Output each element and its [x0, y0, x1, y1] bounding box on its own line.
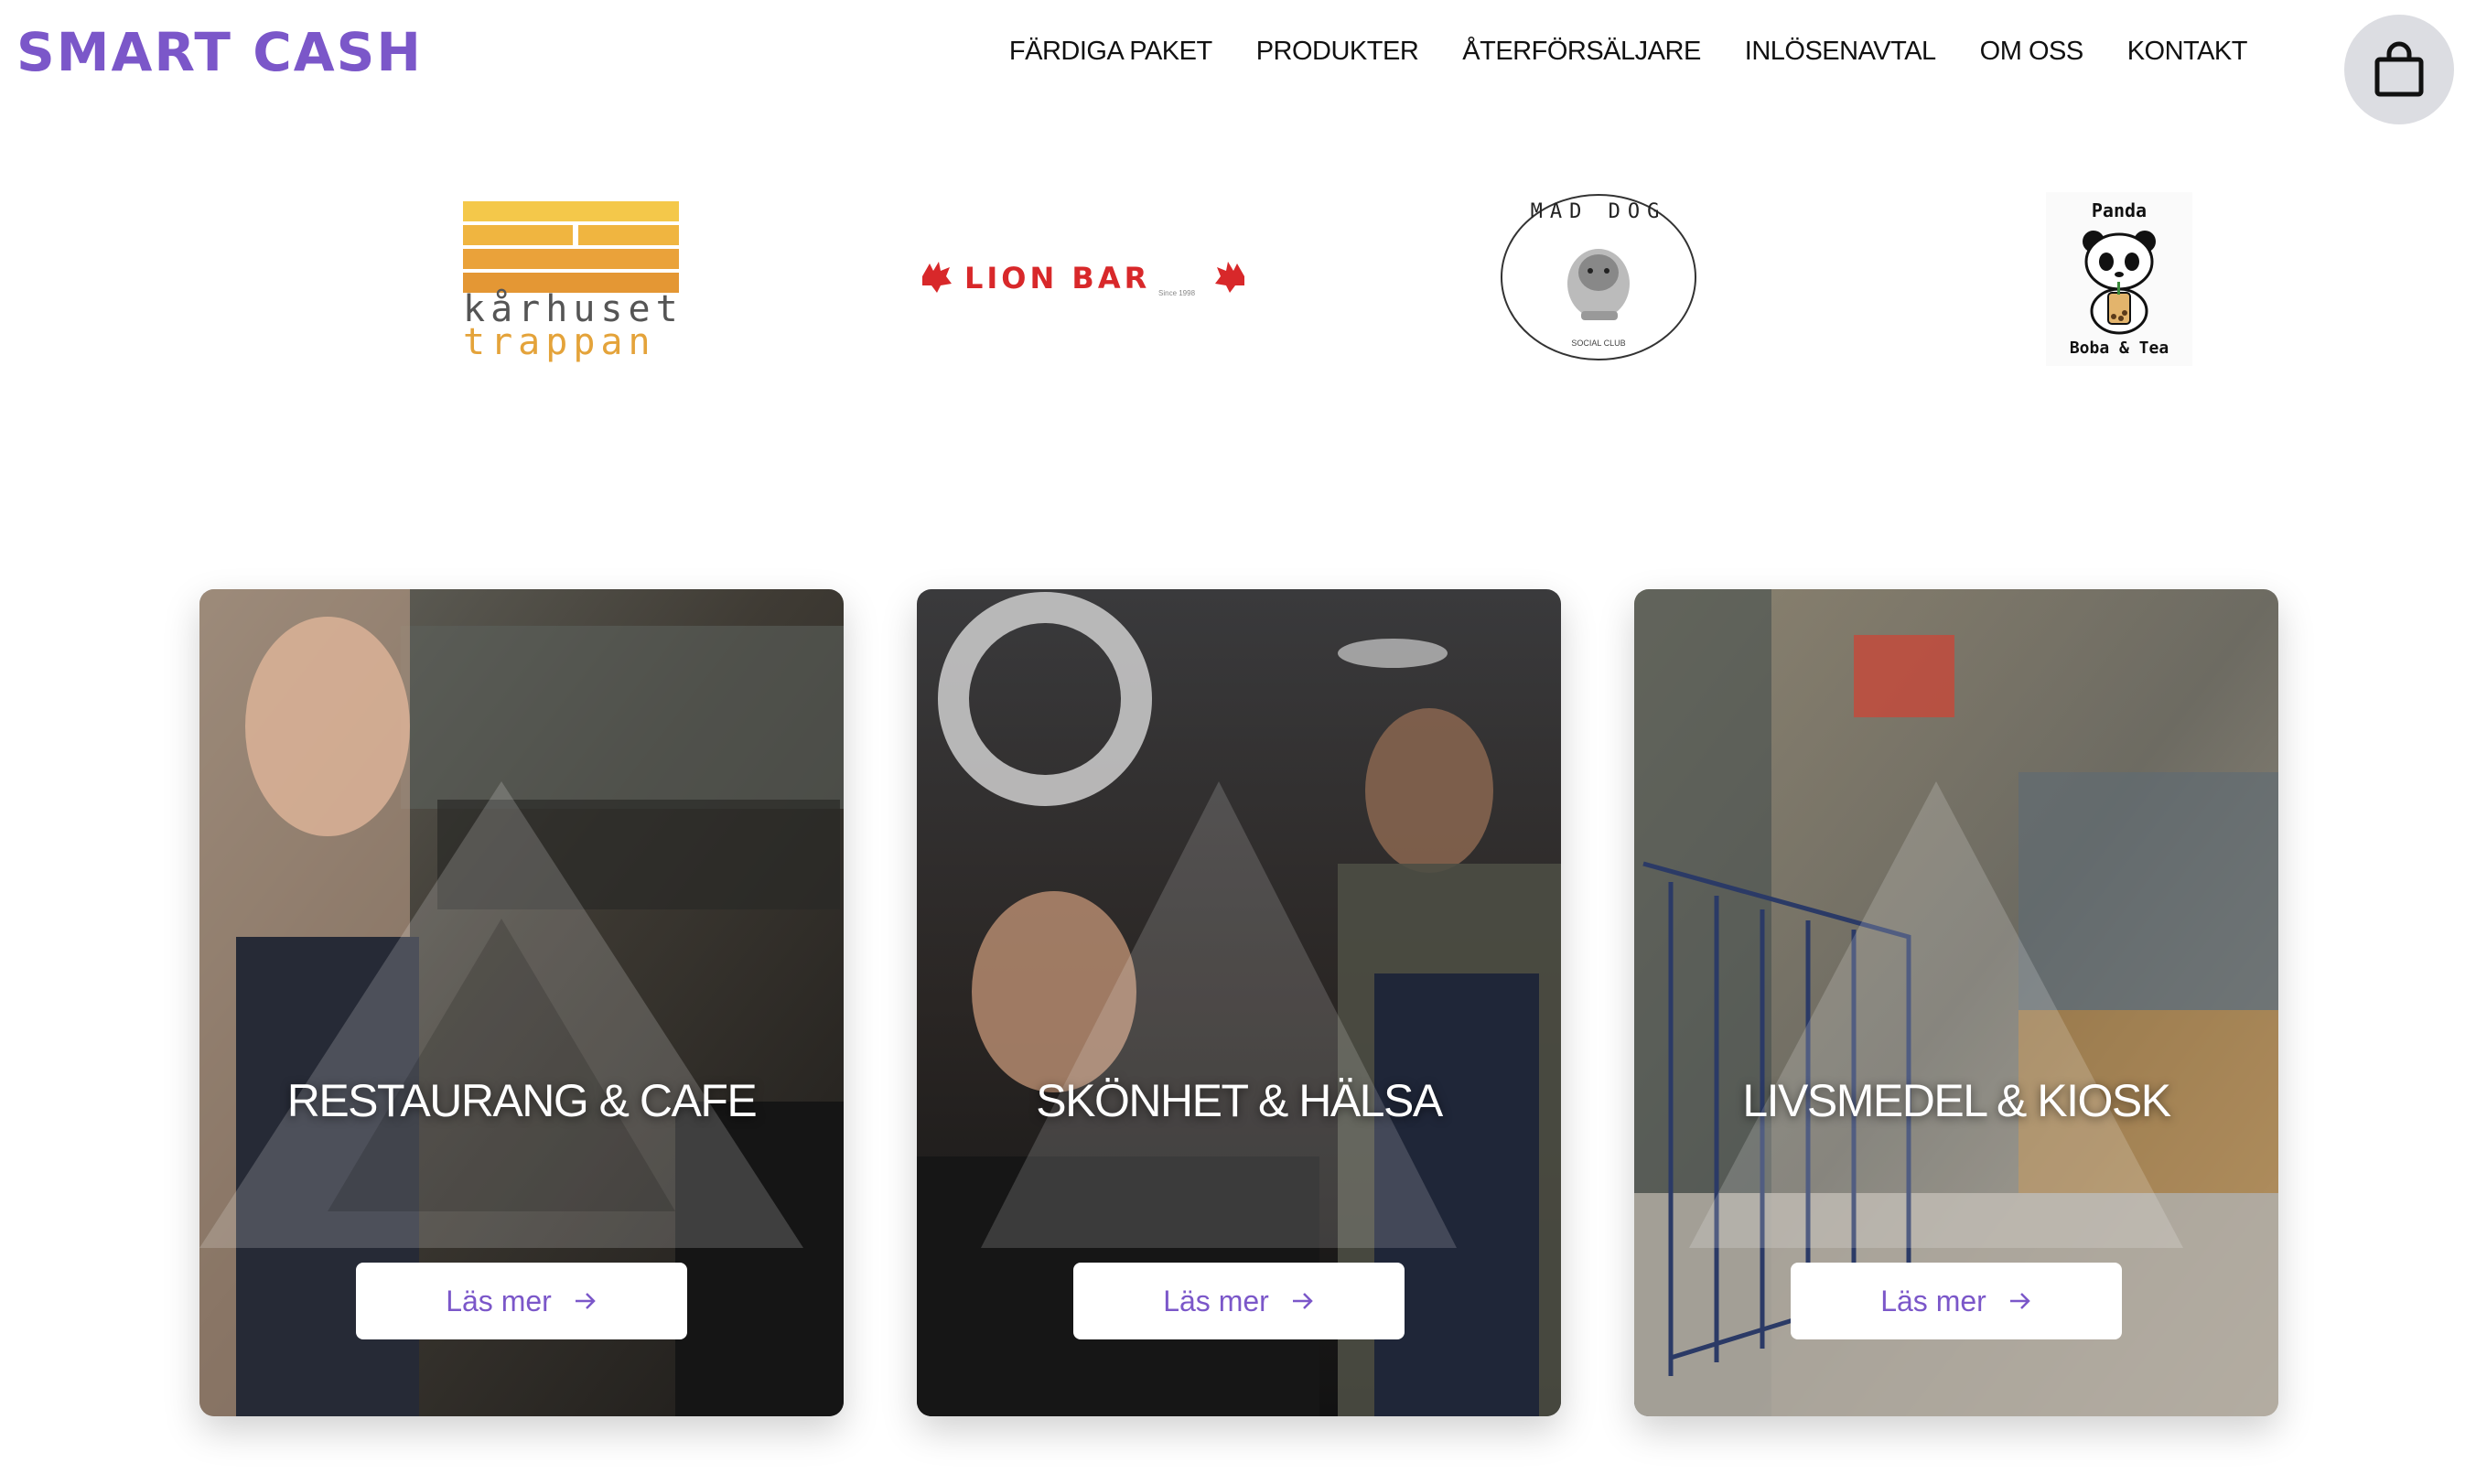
arrow-right-icon [2009, 1293, 2030, 1309]
arrow-right-icon [1292, 1293, 1313, 1309]
panda-text: Panda [2091, 199, 2148, 221]
trappan-text: trappan [463, 321, 656, 363]
main-nav: FÄRDIGA PAKET PRODUKTER ÅTERFÖRSÄLJARE I… [1009, 37, 2248, 67]
brick-stairs-graphic [463, 201, 679, 293]
boba-tea-text: Boba & Tea [2069, 339, 2169, 358]
nav-item-produkter[interactable]: PRODUKTER [1256, 37, 1419, 67]
card-title: SKÖNHET & HÄLSA [1036, 1075, 1443, 1126]
panda-icon [2083, 231, 2156, 335]
lion-bar-text: LION BAR [964, 261, 1151, 296]
site-header: SMART CASH FÄRDIGA PAKET PRODUKTER ÅTERF… [0, 0, 2476, 128]
nav-item-kontakt[interactable]: KONTAKT [2127, 37, 2248, 67]
card-title: RESTAURANG & CAFE [286, 1075, 758, 1126]
nav-item-fardiga-paket[interactable]: FÄRDIGA PAKET [1009, 37, 1212, 67]
mad-dog-text: MAD DOG [1530, 200, 1667, 223]
lion-bar-tagline: Since 1998 [1158, 289, 1196, 297]
arrow-right-icon [575, 1293, 596, 1309]
category-card-livsmedel[interactable]: LIVSMEDEL & KIOSK Läs mer [1634, 589, 2278, 1416]
button-label: Läs mer [446, 1284, 552, 1317]
las-mer-button[interactable]: Läs mer [356, 1263, 687, 1339]
lion-head-icon [922, 262, 952, 293]
las-mer-button[interactable]: Läs mer [1791, 1263, 2122, 1339]
panda-boba-tea-logo: Panda Boba & Tea [2046, 192, 2192, 366]
social-club-text: SOCIAL CLUB [1571, 339, 1626, 348]
nav-item-inlosenavtal[interactable]: INLÖSENAVTAL [1745, 37, 1936, 67]
nav-item-om-oss[interactable]: OM OSS [1980, 37, 2084, 67]
lion-head-icon [1215, 262, 1244, 293]
card-title: LIVSMEDEL & KIOSK [1742, 1075, 2171, 1126]
karhuset-trappan-logo: kårhuset trappan [463, 201, 679, 366]
las-mer-button[interactable]: Läs mer [1073, 1263, 1405, 1339]
partner-logos: kårhuset trappan LION BAR Since 1998 MAD… [0, 174, 2476, 384]
cart-button[interactable] [2344, 15, 2454, 124]
button-label: Läs mer [1880, 1284, 1986, 1317]
brand-logo[interactable]: SMART CASH [16, 20, 423, 84]
category-card-restaurang[interactable]: RESTAURANG & CAFE Läs mer [199, 589, 844, 1416]
category-card-skonhet[interactable]: SKÖNHET & HÄLSA Läs mer [917, 589, 1561, 1416]
shopping-bag-icon [2374, 41, 2424, 97]
nav-item-aterforsaljare[interactable]: ÅTERFÖRSÄLJARE [1462, 37, 1701, 67]
mad-dog-logo: MAD DOG SOCIAL CLUB [1499, 192, 1698, 362]
button-label: Läs mer [1163, 1284, 1269, 1317]
lion-bar-logo: LION BAR Since 1998 [919, 254, 1248, 306]
